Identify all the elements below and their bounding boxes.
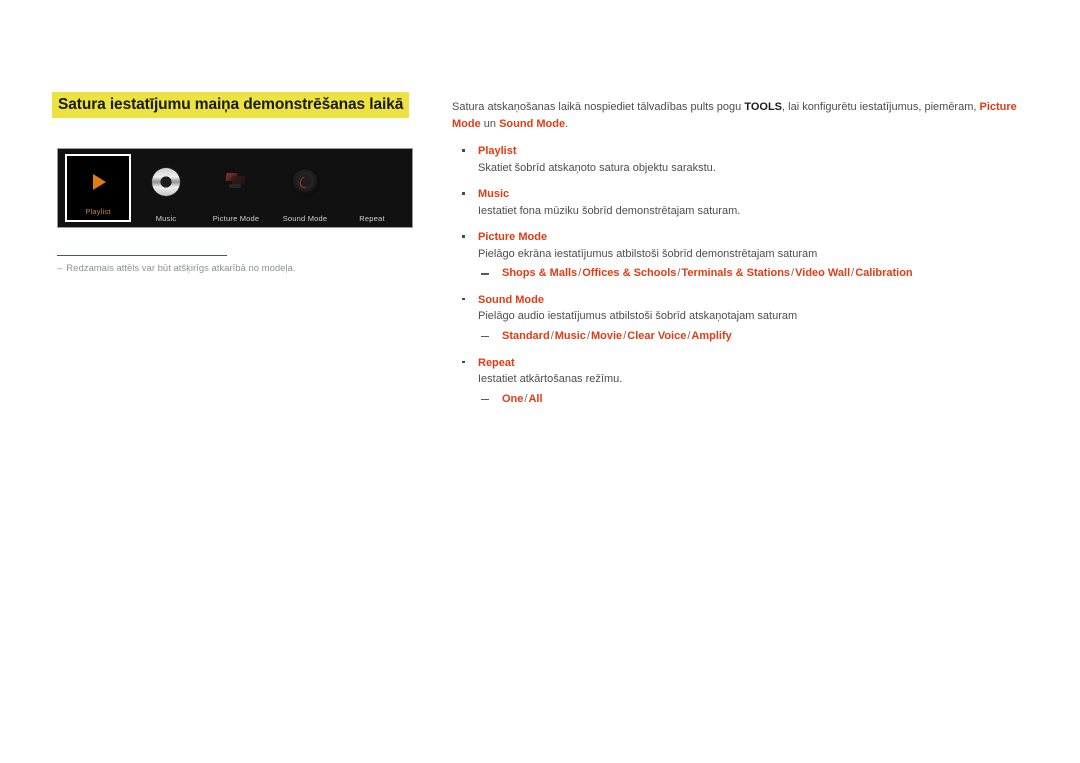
sub-item-repeat-options: One/All	[478, 391, 1032, 409]
dash-marker-icon	[481, 273, 489, 275]
option-music: Music	[554, 330, 586, 343]
bullet-item-music: Music Iestatiet fona mūziku šobrīd demon…	[452, 186, 1032, 220]
bullet-title-picture-mode: Picture Mode	[478, 231, 548, 244]
bullet-desc-sound-mode: Pielāgo audio iestatījumus atbilstoši šo…	[478, 310, 798, 323]
bullet-dot-icon	[462, 360, 465, 364]
intro-text-part4: .	[565, 118, 569, 131]
tools-button-reference: TOOLS	[744, 101, 783, 113]
option-video-wall: Video Wall	[795, 267, 851, 280]
bullet-desc-picture-mode: Pielāgo ekrāna iestatījumus atbilstoši š…	[478, 247, 818, 260]
option-calibration: Calibration	[855, 267, 913, 280]
option-standard: Standard	[502, 330, 550, 343]
dock-item-picture-mode[interactable]: Picture Mode	[201, 149, 271, 227]
footnote-divider	[57, 255, 227, 256]
dock-item-label-sound-mode: Sound Mode	[282, 213, 328, 223]
option-amplify: Amplify	[691, 330, 732, 343]
bullet-dot-icon	[462, 235, 465, 238]
option-shops-malls: Shops & Malls	[502, 267, 578, 280]
dock-item-playlist[interactable]: Playlist	[65, 154, 131, 222]
device-preview-panel: Playlist Music Picture Mode Sound Mode R	[57, 148, 413, 228]
dock-item-label-playlist: Playlist	[85, 206, 111, 216]
bullet-title-music: Music	[478, 188, 510, 201]
option-offices-schools: Offices & Schools	[582, 267, 677, 280]
option-all: All	[528, 392, 543, 405]
dock-item-label-picture-mode: Picture Mode	[212, 213, 260, 223]
right-column: Satura atskaņošanas laikā nospiediet tāl…	[452, 99, 1032, 408]
dock-item-label-music: Music	[155, 213, 177, 223]
bullet-item-repeat: Repeat Iestatiet atkārtošanas režīmu. On…	[452, 355, 1032, 409]
bullet-desc-playlist: Skatiet šobrīd atskaņoto satura objektu …	[478, 161, 716, 174]
dash-marker-icon	[481, 336, 489, 338]
intro-text-part3: un	[480, 118, 500, 131]
sound-knob-icon	[271, 149, 339, 215]
cd-disc-icon	[131, 149, 201, 215]
bullet-dot-icon	[462, 149, 465, 152]
play-triangle-icon	[67, 156, 129, 208]
intro-paragraph: Satura atskaņošanas laikā nospiediet tāl…	[452, 99, 1032, 133]
page-title: Satura iestatījumu maiņa demonstrēšanas …	[52, 92, 410, 119]
repeat-icon	[339, 149, 405, 215]
bullet-title-repeat: Repeat	[478, 356, 515, 369]
dock-item-label-repeat: Repeat	[359, 213, 385, 223]
footnote-dash: –	[57, 263, 63, 274]
dock-item-repeat[interactable]: Repeat	[339, 149, 405, 227]
intro-text-part1: Satura atskaņošanas laikā nospiediet tāl…	[452, 101, 745, 113]
dock-item-sound-mode[interactable]: Sound Mode	[271, 149, 339, 227]
option-clear-voice: Clear Voice	[627, 330, 687, 343]
intro-text-part2: , lai konfigurētu iestatījumus, piemēram…	[782, 101, 980, 113]
sub-item-sound-mode-options: Standard/Music/Movie/Clear Voice/Amplify	[478, 328, 1032, 346]
option-movie: Movie	[591, 330, 623, 343]
bullet-title-sound-mode: Sound Mode	[478, 293, 544, 306]
option-terminals-stations: Terminals & Stations	[681, 267, 791, 280]
footnote-text: Redzamais attēls var būt atšķirīgs atkar…	[66, 263, 296, 274]
media-dock-bar: Playlist Music Picture Mode Sound Mode R	[58, 149, 412, 227]
sub-item-picture-mode-options: Shops & Malls/Offices & Schools/Terminal…	[478, 265, 1032, 283]
bullet-dot-icon	[462, 192, 465, 195]
bullet-item-sound-mode: Sound Mode Pielāgo audio iestatījumus at…	[452, 292, 1032, 346]
option-one: One	[502, 392, 524, 405]
dash-marker-icon	[481, 398, 489, 401]
bullet-dot-icon	[462, 297, 465, 301]
bullet-item-picture-mode: Picture Mode Pielāgo ekrāna iestatījumus…	[452, 229, 1032, 283]
picture-image-icon	[201, 149, 271, 215]
bullet-title-playlist: Playlist	[478, 145, 517, 158]
left-column: Satura iestatījumu maiņa demonstrēšanas …	[52, 92, 424, 119]
bullet-desc-repeat: Iestatiet atkārtošanas režīmu.	[478, 373, 623, 386]
footnote: – Redzamais attēls var būt atšķirīgs atka…	[57, 263, 295, 275]
bullet-desc-music: Iestatiet fona mūziku šobrīd demonstrēta…	[478, 204, 741, 217]
dock-item-music[interactable]: Music	[131, 149, 201, 227]
bullet-item-playlist: Playlist Skatiet šobrīd atskaņoto satura…	[452, 143, 1032, 177]
settings-bullet-list: Playlist Skatiet šobrīd atskaņoto satura…	[452, 143, 1032, 408]
intro-sound-mode-reference: Sound Mode	[499, 118, 566, 131]
